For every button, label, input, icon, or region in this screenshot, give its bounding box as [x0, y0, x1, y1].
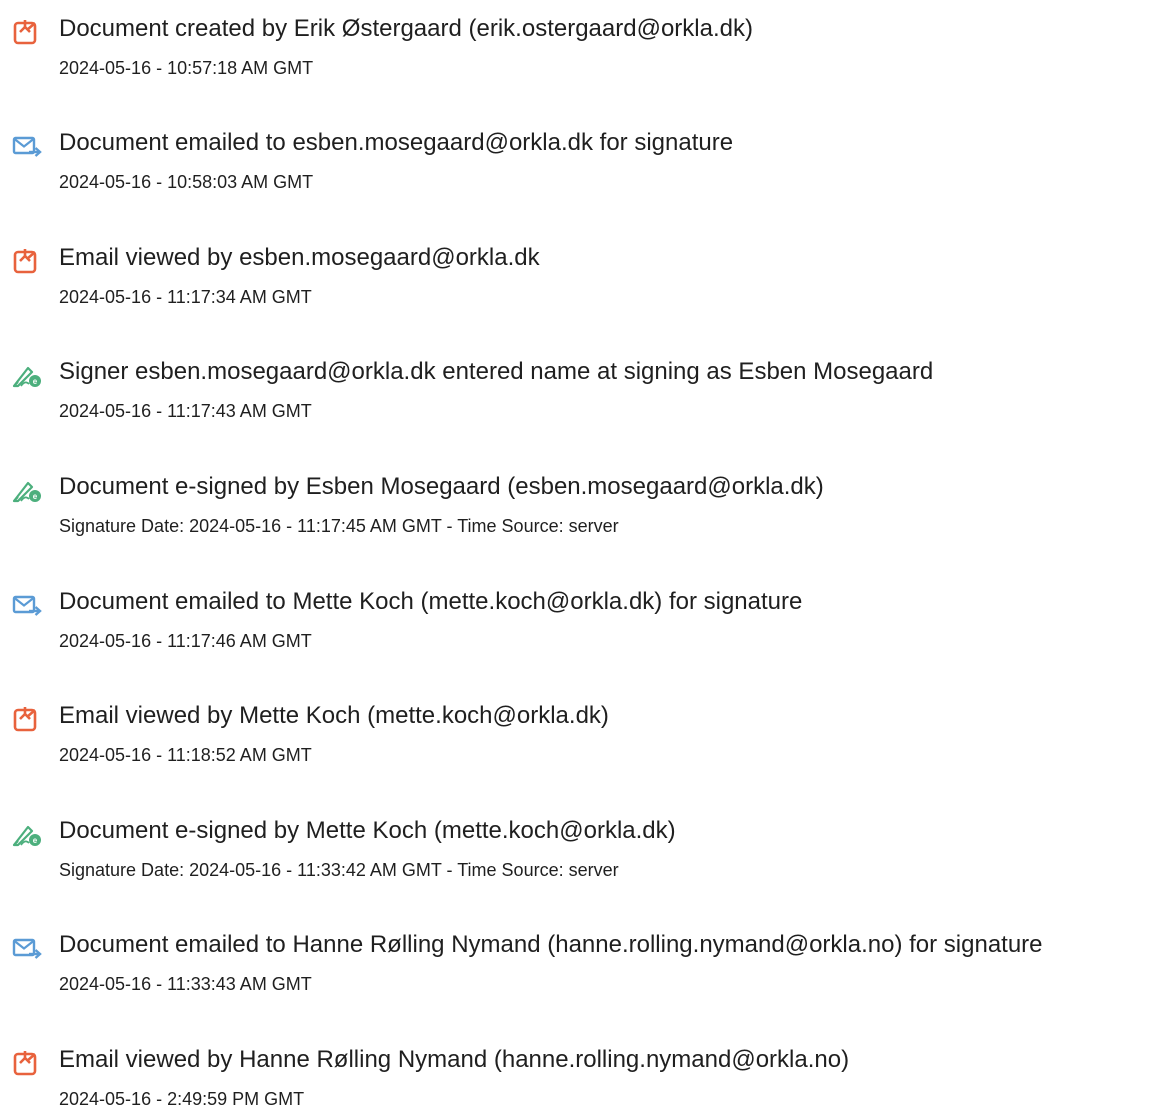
audit-event: Email viewed by Hanne Rølling Nymand (ha… — [0, 1045, 1152, 1109]
event-title: Document emailed to Mette Koch (mette.ko… — [59, 588, 803, 615]
event-timestamp: 2024-05-16 - 2:49:59 PM GMT — [59, 1089, 305, 1109]
document-icon — [13, 707, 37, 732]
email-sent-icon — [12, 595, 42, 616]
email-sent-icon — [12, 136, 42, 157]
event-timestamp: 2024-05-16 - 11:17:34 AM GMT — [59, 287, 312, 307]
audit-event: e Document e-signed by Esben Mosegaard (… — [0, 472, 1152, 572]
event-timestamp: 2024-05-16 - 11:17:46 AM GMT — [59, 631, 312, 651]
event-title: Document emailed to Hanne Rølling Nymand… — [59, 931, 1043, 958]
document-icon — [13, 249, 37, 274]
event-title: Email viewed by esben.mosegaard@orkla.dk — [59, 244, 540, 271]
email-sent-icon — [12, 938, 42, 959]
event-timestamp: 2024-05-16 - 10:57:18 AM GMT — [59, 58, 314, 78]
event-timestamp: Signature Date: 2024-05-16 - 11:17:45 AM… — [59, 516, 619, 536]
e-sign-icon: e — [12, 366, 41, 388]
document-icon — [13, 1051, 37, 1076]
audit-event: Document emailed to Mette Koch (mette.ko… — [0, 587, 1152, 687]
event-title: Signer esben.mosegaard@orkla.dk entered … — [59, 358, 934, 385]
svg-text:e: e — [33, 492, 38, 501]
audit-event: Document emailed to esben.mosegaard@orkl… — [0, 128, 1152, 228]
event-title: Document e-signed by Esben Mosegaard (es… — [59, 473, 824, 500]
audit-event: Document emailed to Hanne Rølling Nymand… — [0, 930, 1152, 1030]
e-sign-icon: e — [12, 825, 41, 847]
e-sign-icon: e — [12, 481, 41, 503]
event-timestamp: 2024-05-16 - 11:17:43 AM GMT — [59, 401, 312, 421]
audit-event: Email viewed by Mette Koch (mette.koch@o… — [0, 701, 1152, 801]
event-timestamp: Signature Date: 2024-05-16 - 11:33:42 AM… — [59, 860, 619, 880]
event-timestamp: 2024-05-16 - 10:58:03 AM GMT — [59, 172, 314, 192]
audit-event: e Document e-signed by Mette Koch (mette… — [0, 816, 1152, 916]
event-title: Email viewed by Hanne Rølling Nymand (ha… — [59, 1046, 850, 1073]
event-timestamp: 2024-05-16 - 11:18:52 AM GMT — [59, 745, 312, 765]
audit-event: Email viewed by esben.mosegaard@orkla.dk… — [0, 243, 1152, 343]
event-title: Email viewed by Mette Koch (mette.koch@o… — [59, 702, 609, 729]
svg-text:e: e — [33, 836, 38, 845]
event-timestamp: 2024-05-16 - 11:33:43 AM GMT — [59, 974, 312, 994]
audit-log: Document created by Erik Østergaard (eri… — [0, 0, 1152, 1109]
event-title: Document created by Erik Østergaard (eri… — [59, 15, 753, 42]
audit-event: e Signer esben.mosegaard@orkla.dk entere… — [0, 357, 1152, 457]
event-title: Document e-signed by Mette Koch (mette.k… — [59, 817, 676, 844]
audit-event: Document created by Erik Østergaard (eri… — [0, 14, 1152, 114]
event-title: Document emailed to esben.mosegaard@orkl… — [59, 129, 734, 156]
svg-text:e: e — [33, 377, 38, 386]
document-icon — [13, 20, 37, 45]
